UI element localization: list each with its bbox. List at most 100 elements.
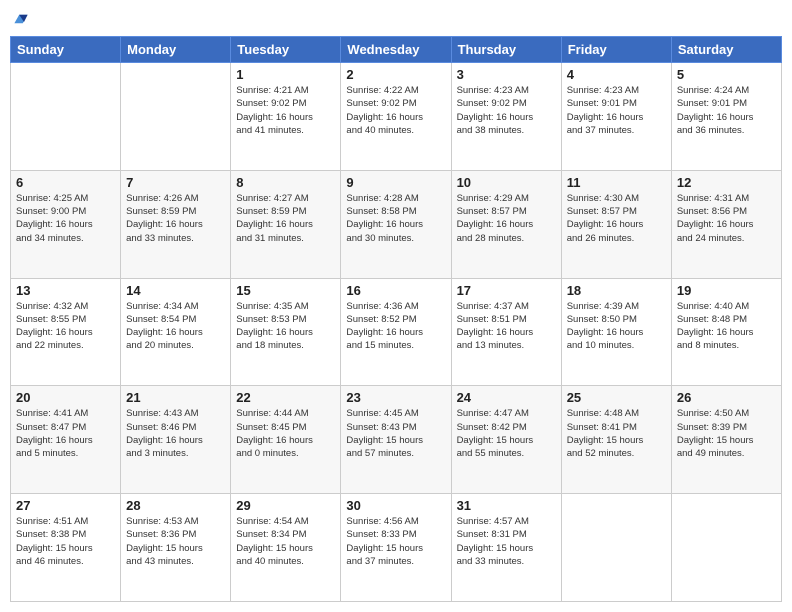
day-number: 2 [346,67,445,82]
day-cell: 27 Sunrise: 4:51 AM Sunset: 8:38 PM Dayli… [11,494,121,602]
day-info: Sunrise: 4:48 AM Sunset: 8:41 PM Dayligh… [567,407,666,460]
day-cell: 3 Sunrise: 4:23 AM Sunset: 9:02 PM Daylig… [451,63,561,171]
day-cell [671,494,781,602]
day-number: 22 [236,390,335,405]
day-cell: 11 Sunrise: 4:30 AM Sunset: 8:57 PM Dayli… [561,170,671,278]
day-number: 17 [457,283,556,298]
day-number: 9 [346,175,445,190]
day-cell: 9 Sunrise: 4:28 AM Sunset: 8:58 PM Daylig… [341,170,451,278]
page: SundayMondayTuesdayWednesdayThursdayFrid… [0,0,792,612]
day-cell: 22 Sunrise: 4:44 AM Sunset: 8:45 PM Dayli… [231,386,341,494]
day-info: Sunrise: 4:50 AM Sunset: 8:39 PM Dayligh… [677,407,776,460]
week-row-2: 13 Sunrise: 4:32 AM Sunset: 8:55 PM Dayli… [11,278,782,386]
day-cell: 5 Sunrise: 4:24 AM Sunset: 9:01 PM Daylig… [671,63,781,171]
day-number: 27 [16,498,115,513]
day-info: Sunrise: 4:30 AM Sunset: 8:57 PM Dayligh… [567,192,666,245]
day-cell: 12 Sunrise: 4:31 AM Sunset: 8:56 PM Dayli… [671,170,781,278]
weekday-header-thursday: Thursday [451,37,561,63]
day-cell: 28 Sunrise: 4:53 AM Sunset: 8:36 PM Dayli… [121,494,231,602]
week-row-4: 27 Sunrise: 4:51 AM Sunset: 8:38 PM Dayli… [11,494,782,602]
day-number: 21 [126,390,225,405]
day-number: 19 [677,283,776,298]
day-info: Sunrise: 4:32 AM Sunset: 8:55 PM Dayligh… [16,300,115,353]
weekday-header-row: SundayMondayTuesdayWednesdayThursdayFrid… [11,37,782,63]
weekday-header-monday: Monday [121,37,231,63]
day-info: Sunrise: 4:25 AM Sunset: 9:00 PM Dayligh… [16,192,115,245]
day-cell: 31Sunrise: 4:57 AM Sunset: 8:31 PM Dayli… [451,494,561,602]
day-number: 13 [16,283,115,298]
day-info: Sunrise: 4:26 AM Sunset: 8:59 PM Dayligh… [126,192,225,245]
day-number: 1 [236,67,335,82]
logo [10,10,30,28]
day-cell: 10 Sunrise: 4:29 AM Sunset: 8:57 PM Dayli… [451,170,561,278]
day-cell: 17 Sunrise: 4:37 AM Sunset: 8:51 PM Dayli… [451,278,561,386]
day-info: Sunrise: 4:43 AM Sunset: 8:46 PM Dayligh… [126,407,225,460]
day-info: Sunrise: 4:31 AM Sunset: 8:56 PM Dayligh… [677,192,776,245]
day-number: 25 [567,390,666,405]
day-info: Sunrise: 4:28 AM Sunset: 8:58 PM Dayligh… [346,192,445,245]
day-cell [121,63,231,171]
day-cell: 20 Sunrise: 4:41 AM Sunset: 8:47 PM Dayli… [11,386,121,494]
day-cell: 15 Sunrise: 4:35 AM Sunset: 8:53 PM Dayli… [231,278,341,386]
day-number: 15 [236,283,335,298]
day-info: Sunrise: 4:41 AM Sunset: 8:47 PM Dayligh… [16,407,115,460]
day-number: 10 [457,175,556,190]
day-info: Sunrise: 4:24 AM Sunset: 9:01 PM Dayligh… [677,84,776,137]
day-number: 3 [457,67,556,82]
day-number: 14 [126,283,225,298]
day-info: Sunrise: 4:22 AM Sunset: 9:02 PM Dayligh… [346,84,445,137]
day-info: Sunrise: 4:27 AM Sunset: 8:59 PM Dayligh… [236,192,335,245]
day-number: 4 [567,67,666,82]
day-info: Sunrise: 4:35 AM Sunset: 8:53 PM Dayligh… [236,300,335,353]
day-info: Sunrise: 4:56 AM Sunset: 8:33 PM Dayligh… [346,515,445,568]
day-cell: 30Sunrise: 4:56 AM Sunset: 8:33 PM Dayli… [341,494,451,602]
day-cell: 29 Sunrise: 4:54 AM Sunset: 8:34 PM Dayli… [231,494,341,602]
day-info: Sunrise: 4:47 AM Sunset: 8:42 PM Dayligh… [457,407,556,460]
day-info: Sunrise: 4:54 AM Sunset: 8:34 PM Dayligh… [236,515,335,568]
day-info: Sunrise: 4:23 AM Sunset: 9:01 PM Dayligh… [567,84,666,137]
day-cell [11,63,121,171]
day-info: Sunrise: 4:51 AM Sunset: 8:38 PM Dayligh… [16,515,115,568]
header [10,10,782,28]
day-info: Sunrise: 4:44 AM Sunset: 8:45 PM Dayligh… [236,407,335,460]
day-number: 6 [16,175,115,190]
day-info: Sunrise: 4:39 AM Sunset: 8:50 PM Dayligh… [567,300,666,353]
day-number: 29 [236,498,335,513]
day-info: Sunrise: 4:57 AM Sunset: 8:31 PM Dayligh… [457,515,556,568]
weekday-header-tuesday: Tuesday [231,37,341,63]
day-cell: 23Sunrise: 4:45 AM Sunset: 8:43 PM Dayli… [341,386,451,494]
day-cell: 25 Sunrise: 4:48 AM Sunset: 8:41 PM Dayli… [561,386,671,494]
day-number: 12 [677,175,776,190]
logo-icon [12,10,30,28]
day-info: Sunrise: 4:37 AM Sunset: 8:51 PM Dayligh… [457,300,556,353]
day-info: Sunrise: 4:23 AM Sunset: 9:02 PM Dayligh… [457,84,556,137]
day-cell: 1Sunrise: 4:21 AM Sunset: 9:02 PM Daylig… [231,63,341,171]
day-number: 7 [126,175,225,190]
day-cell: 19 Sunrise: 4:40 AM Sunset: 8:48 PM Dayli… [671,278,781,386]
day-info: Sunrise: 4:40 AM Sunset: 8:48 PM Dayligh… [677,300,776,353]
day-number: 8 [236,175,335,190]
day-number: 18 [567,283,666,298]
day-cell: 6 Sunrise: 4:25 AM Sunset: 9:00 PM Daylig… [11,170,121,278]
day-info: Sunrise: 4:53 AM Sunset: 8:36 PM Dayligh… [126,515,225,568]
day-cell: 21 Sunrise: 4:43 AM Sunset: 8:46 PM Dayli… [121,386,231,494]
day-info: Sunrise: 4:34 AM Sunset: 8:54 PM Dayligh… [126,300,225,353]
day-number: 24 [457,390,556,405]
calendar-table: SundayMondayTuesdayWednesdayThursdayFrid… [10,36,782,602]
day-info: Sunrise: 4:36 AM Sunset: 8:52 PM Dayligh… [346,300,445,353]
day-cell: 4 Sunrise: 4:23 AM Sunset: 9:01 PM Daylig… [561,63,671,171]
day-cell: 16Sunrise: 4:36 AM Sunset: 8:52 PM Dayli… [341,278,451,386]
day-cell: 14 Sunrise: 4:34 AM Sunset: 8:54 PM Dayli… [121,278,231,386]
day-number: 11 [567,175,666,190]
day-cell [561,494,671,602]
weekday-header-sunday: Sunday [11,37,121,63]
day-info: Sunrise: 4:29 AM Sunset: 8:57 PM Dayligh… [457,192,556,245]
day-number: 5 [677,67,776,82]
day-number: 20 [16,390,115,405]
day-cell: 18 Sunrise: 4:39 AM Sunset: 8:50 PM Dayli… [561,278,671,386]
day-cell: 26Sunrise: 4:50 AM Sunset: 8:39 PM Dayli… [671,386,781,494]
day-number: 28 [126,498,225,513]
day-info: Sunrise: 4:45 AM Sunset: 8:43 PM Dayligh… [346,407,445,460]
week-row-0: 1Sunrise: 4:21 AM Sunset: 9:02 PM Daylig… [11,63,782,171]
day-cell: 8 Sunrise: 4:27 AM Sunset: 8:59 PM Daylig… [231,170,341,278]
